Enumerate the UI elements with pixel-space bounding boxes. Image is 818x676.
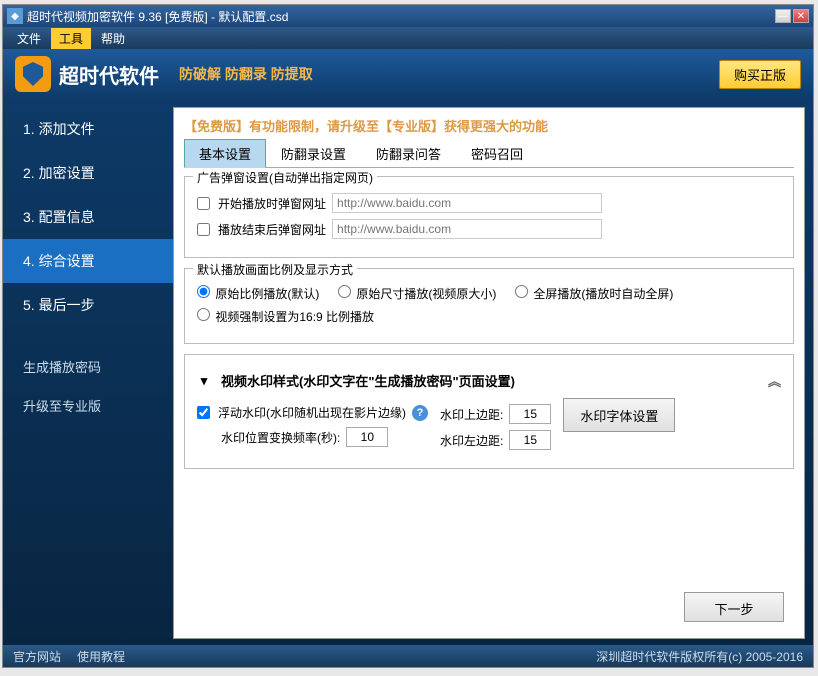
- sidebar-add-files[interactable]: 1. 添加文件: [3, 107, 173, 151]
- group-popup-title: 广告弹窗设置(自动弹出指定网页): [193, 169, 377, 186]
- close-button[interactable]: ✕: [793, 9, 809, 23]
- radio-original-ratio[interactable]: [197, 285, 210, 298]
- banner: 超时代软件 防破解 防翻录 防提取 购买正版: [3, 49, 813, 99]
- tab-password-recall[interactable]: 密码召回: [456, 139, 538, 168]
- sidebar-last-step[interactable]: 5. 最后一步: [3, 283, 173, 327]
- minimize-button[interactable]: —: [775, 9, 791, 23]
- window-title: 超时代视频加密软件 9.36 [免费版] - 默认配置.csd: [27, 8, 775, 25]
- input-left-margin[interactable]: [509, 430, 551, 450]
- group-display: 默认播放画面比例及显示方式 原始比例播放(默认) 原始尺寸播放(视频原大小) 全…: [184, 268, 794, 344]
- radio-fullscreen[interactable]: [515, 285, 528, 298]
- tab-anti-record-qa[interactable]: 防翻录问答: [361, 139, 456, 168]
- group-watermark-title: 视频水印样式(水印文字在"生成播放密码"页面设置): [221, 371, 515, 390]
- freq-label: 水印位置变换频率(秒):: [221, 429, 340, 446]
- radio-force-169-label: 视频强制设置为16:9 比例播放: [215, 310, 374, 324]
- footer-tutorial-link[interactable]: 使用教程: [77, 648, 125, 665]
- sidebar: 1. 添加文件 2. 加密设置 3. 配置信息 4. 综合设置 5. 最后一步 …: [3, 99, 173, 647]
- group-display-title: 默认播放画面比例及显示方式: [193, 261, 357, 278]
- radio-original-ratio-label: 原始比例播放(默认): [215, 287, 319, 301]
- banner-subtitle: 防破解 防翻录 防提取: [179, 64, 719, 84]
- group-popup: 广告弹窗设置(自动弹出指定网页) 开始播放时弹窗网址 播放结束后弹窗网址: [184, 176, 794, 258]
- radio-fullscreen-label: 全屏播放(播放时自动全屏): [533, 287, 673, 301]
- buy-button[interactable]: 购买正版: [719, 60, 801, 89]
- sidebar-encrypt-settings[interactable]: 2. 加密设置: [3, 151, 173, 195]
- font-settings-button[interactable]: 水印字体设置: [563, 398, 675, 432]
- radio-original-size[interactable]: [338, 285, 351, 298]
- expand-icon[interactable]: ▾: [197, 373, 211, 389]
- footer-copyright: 深圳超时代软件版权所有(c) 2005-2016: [596, 648, 803, 665]
- cb-popup-end-label: 播放结束后弹窗网址: [218, 221, 326, 238]
- top-margin-label: 水印上边距:: [440, 406, 503, 423]
- footer: 官方网站 使用教程 深圳超时代软件版权所有(c) 2005-2016: [3, 645, 813, 667]
- tab-anti-record[interactable]: 防翻录设置: [266, 139, 361, 168]
- menu-help[interactable]: 帮助: [93, 28, 133, 49]
- radio-original-size-label: 原始尺寸播放(视频原大小): [356, 287, 496, 301]
- sidebar-generate-password[interactable]: 生成播放密码: [3, 347, 173, 386]
- footer-site-link[interactable]: 官方网站: [13, 648, 61, 665]
- next-button[interactable]: 下一步: [684, 592, 784, 622]
- app-icon: ◆: [7, 8, 23, 24]
- cb-popup-start-label: 开始播放时弹窗网址: [218, 195, 326, 212]
- content-panel: 【免费版】有功能限制，请升级至【专业版】获得更强大的功能 基本设置 防翻录设置 …: [173, 107, 805, 639]
- cb-popup-start[interactable]: [197, 197, 210, 210]
- tabs: 基本设置 防翻录设置 防翻录问答 密码召回: [184, 139, 794, 168]
- input-top-margin[interactable]: [509, 404, 551, 424]
- upgrade-notice: 【免费版】有功能限制，请升级至【专业版】获得更强大的功能: [184, 116, 794, 135]
- menubar: 文件 工具 帮助: [3, 27, 813, 49]
- sidebar-general-settings[interactable]: 4. 综合设置: [3, 239, 173, 283]
- menu-file[interactable]: 文件: [9, 28, 49, 49]
- cb-float-watermark-label: 浮动水印(水印随机出现在影片边缘): [218, 404, 406, 421]
- sidebar-upgrade[interactable]: 升级至专业版: [3, 386, 173, 425]
- collapse-icon[interactable]: ︽: [768, 371, 781, 390]
- input-popup-end-url[interactable]: [332, 219, 602, 239]
- help-icon[interactable]: ?: [412, 405, 428, 421]
- tab-basic[interactable]: 基本设置: [184, 139, 266, 168]
- radio-force-169[interactable]: [197, 308, 210, 321]
- titlebar: ◆ 超时代视频加密软件 9.36 [免费版] - 默认配置.csd — ✕: [3, 5, 813, 27]
- input-freq[interactable]: [346, 427, 388, 447]
- sidebar-config-info[interactable]: 3. 配置信息: [3, 195, 173, 239]
- banner-title: 超时代软件: [59, 60, 159, 89]
- menu-tools[interactable]: 工具: [51, 28, 91, 49]
- left-margin-label: 水印左边距:: [440, 432, 503, 449]
- cb-popup-end[interactable]: [197, 223, 210, 236]
- group-watermark: ▾ 视频水印样式(水印文字在"生成播放密码"页面设置) ︽ 浮动水印(水印随机出…: [184, 354, 794, 469]
- cb-float-watermark[interactable]: [197, 406, 210, 419]
- input-popup-start-url[interactable]: [332, 193, 602, 213]
- logo-icon: [15, 56, 51, 92]
